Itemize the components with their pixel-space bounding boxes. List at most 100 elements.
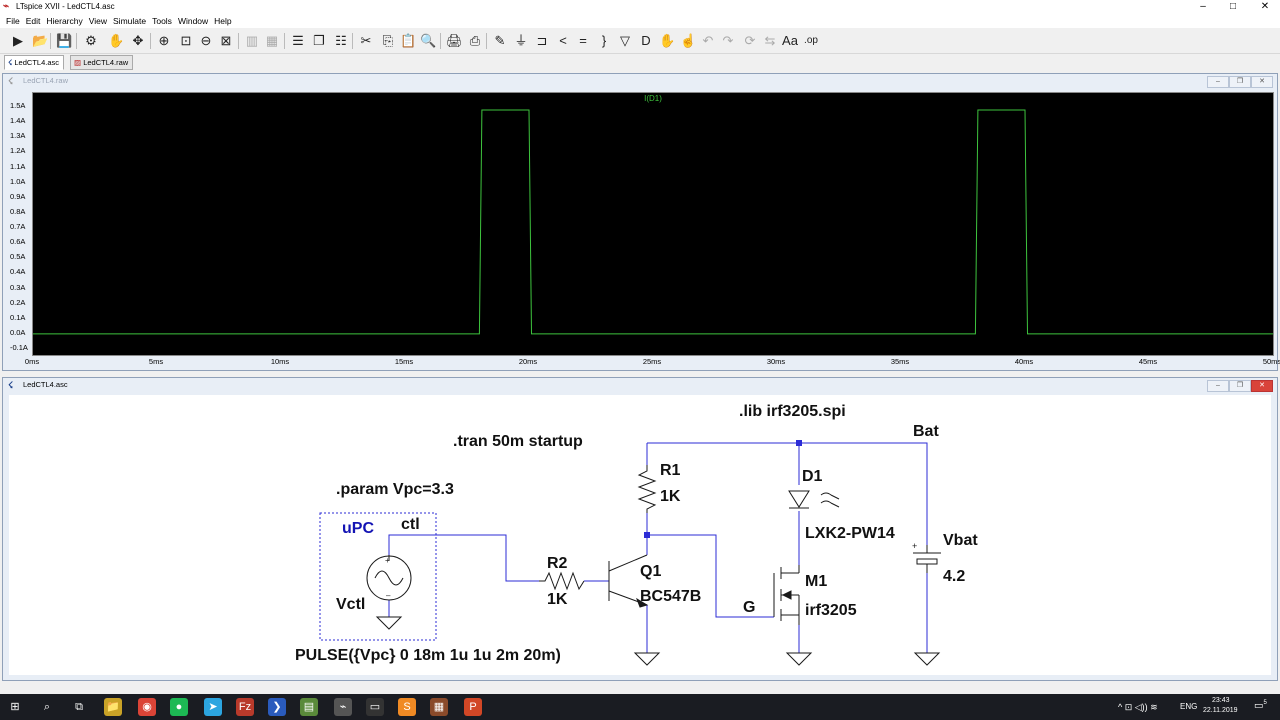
copy-icon[interactable]: ⎘ (380, 33, 396, 49)
r2-name[interactable]: R2 (547, 555, 567, 573)
vbat-battery[interactable]: + (912, 541, 941, 573)
menu-help[interactable]: Help (214, 16, 231, 26)
lib-directive[interactable]: .lib irf3205.spi (739, 403, 846, 421)
text-icon[interactable]: Aa (782, 33, 798, 49)
vctl-voltage-source[interactable]: + – (366, 555, 412, 601)
pan-icon[interactable]: ✥ (130, 33, 146, 49)
chrome-icon[interactable]: ◉ (138, 698, 156, 716)
schematic-canvas[interactable]: + – + .lib irf3205.spi .tran 50m startup… (9, 395, 1271, 675)
windows-icon[interactable]: ⊞ (6, 698, 24, 716)
minimize-button[interactable]: – (1188, 0, 1218, 14)
run-icon[interactable]: ▶ (10, 33, 26, 49)
d1-name[interactable]: D1 (802, 468, 822, 486)
vbat-name[interactable]: Vbat (943, 532, 978, 550)
m1-mosfet[interactable] (773, 565, 800, 625)
notepad-icon[interactable]: ▤ (300, 698, 318, 716)
zoom-box-icon[interactable]: ⊡ (178, 33, 194, 49)
paste-icon[interactable]: 📋 (400, 33, 416, 49)
print-icon[interactable]: 🖨 (446, 33, 463, 49)
vctl-name[interactable]: Vctl (336, 596, 365, 614)
tab-ledctl4-asc[interactable]: ☇ LedCTL4.asc (4, 55, 64, 70)
tray-icons[interactable]: ^ ⊡ ◁)) ≋ (1118, 702, 1158, 713)
redo-icon[interactable]: ↷ (720, 33, 736, 49)
menu-window[interactable]: Window (178, 16, 208, 26)
resistor-icon[interactable]: < (555, 33, 571, 49)
filezilla-icon[interactable]: Fz (236, 698, 254, 716)
clock-time[interactable]: 23:43 (1212, 697, 1230, 704)
terminal-icon[interactable]: ▭ (366, 698, 384, 716)
trace-label[interactable]: I(D1) (644, 94, 662, 103)
waveform-minimize-button[interactable]: – (1207, 76, 1229, 88)
grid-icon[interactable]: ▦ (264, 33, 280, 49)
r1-value[interactable]: 1K (660, 488, 680, 506)
ltspice-icon[interactable]: ⌁ (334, 698, 352, 716)
net-label-g[interactable]: G (743, 599, 755, 617)
zoom-fit-icon[interactable]: ⊠ (218, 33, 234, 49)
r1-resistor[interactable] (637, 465, 657, 513)
plot-area[interactable]: I(D1) (32, 92, 1274, 356)
r2-resistor[interactable] (539, 571, 585, 591)
save-icon[interactable]: 💾 (56, 33, 72, 49)
waveform-restore-button[interactable]: ❐ (1229, 76, 1251, 88)
param-directive[interactable]: .param Vpc=3.3 (336, 481, 454, 499)
zoom-in-icon[interactable]: ⊕ (156, 33, 172, 49)
menu-file[interactable]: File (6, 16, 20, 26)
d1-led[interactable] (788, 490, 840, 509)
print-setup-icon[interactable]: ⎙ (467, 33, 483, 49)
q1-value[interactable]: BC547B (640, 588, 701, 606)
tile-horizontal-icon[interactable]: ☰ (290, 33, 306, 49)
capacitor-icon[interactable]: = (575, 33, 591, 49)
schematic-minimize-button[interactable]: – (1207, 380, 1229, 392)
spotify-icon[interactable]: ● (170, 698, 188, 716)
menu-view[interactable]: View (89, 16, 107, 26)
vctl-value[interactable]: PULSE({Vpc} 0 18m 1u 1u 2m 20m) (295, 647, 561, 665)
tab-ledctl4-raw[interactable]: ▨ LedCTL4.raw (70, 55, 134, 70)
language-indicator[interactable]: ENG (1180, 702, 1197, 711)
sublime-icon[interactable]: S (398, 698, 416, 716)
drag-icon[interactable]: ☝ (680, 33, 696, 49)
inductor-icon[interactable]: } (596, 33, 612, 49)
vbat-value[interactable]: 4.2 (943, 568, 965, 586)
powerpoint-icon[interactable]: P (464, 698, 482, 716)
move-icon[interactable]: ✋ (659, 33, 675, 49)
menu-tools[interactable]: Tools (152, 16, 172, 26)
file-explorer-icon[interactable]: 📁 (104, 698, 122, 716)
diode-icon[interactable]: ▽ (617, 33, 633, 49)
tran-directive[interactable]: .tran 50m startup (453, 433, 583, 451)
label-icon[interactable]: ⊐ (534, 33, 550, 49)
rotate-icon[interactable]: ⟳ (742, 33, 758, 49)
net-label-bat[interactable]: Bat (913, 423, 939, 441)
control-panel-icon[interactable]: ⚙ (83, 33, 99, 49)
task-view-icon[interactable]: ⧉ (70, 698, 88, 716)
m1-name[interactable]: M1 (805, 573, 827, 591)
notification-icon[interactable]: ▭5 (1254, 700, 1267, 711)
tile-vertical-icon[interactable]: ☷ (333, 33, 349, 49)
telegram-icon[interactable]: ➤ (204, 698, 222, 716)
cascade-icon[interactable]: ❐ (311, 33, 327, 49)
open-icon[interactable]: 📂 (32, 33, 48, 49)
menu-simulate[interactable]: Simulate (113, 16, 146, 26)
d1-value[interactable]: LXK2-PW14 (805, 525, 895, 543)
upc-block-label[interactable]: uPC (342, 520, 374, 538)
menu-edit[interactable]: Edit (26, 16, 41, 26)
ground-icon[interactable]: ⏚ (513, 33, 529, 49)
mirror-icon[interactable]: ⇆ (762, 33, 778, 49)
halt-icon[interactable]: ✋ (108, 33, 124, 49)
search-icon[interactable]: ⌕ (38, 698, 56, 716)
waveform-close-button[interactable]: ✕ (1251, 76, 1273, 88)
wire-ctl[interactable] (388, 534, 539, 582)
schematic-close-button[interactable]: ✕ (1251, 380, 1273, 392)
close-button[interactable]: ✕ (1250, 0, 1280, 14)
zoom-out-icon[interactable]: ⊖ (198, 33, 214, 49)
autorange-icon[interactable]: ▥ (244, 33, 260, 49)
q1-name[interactable]: Q1 (640, 563, 661, 581)
wire-icon[interactable]: ✎ (492, 33, 508, 49)
schematic-restore-button[interactable]: ❐ (1229, 380, 1251, 392)
clock-date[interactable]: 22.11.2019 (1203, 707, 1238, 714)
cut-icon[interactable]: ✂ (358, 33, 374, 49)
m1-value[interactable]: irf3205 (805, 602, 857, 620)
net-label-ctl[interactable]: ctl (401, 516, 420, 534)
spice-directive-icon[interactable]: .op (803, 33, 819, 49)
maximize-button[interactable]: □ (1218, 0, 1248, 14)
menu-hierarchy[interactable]: Hierarchy (46, 16, 82, 26)
